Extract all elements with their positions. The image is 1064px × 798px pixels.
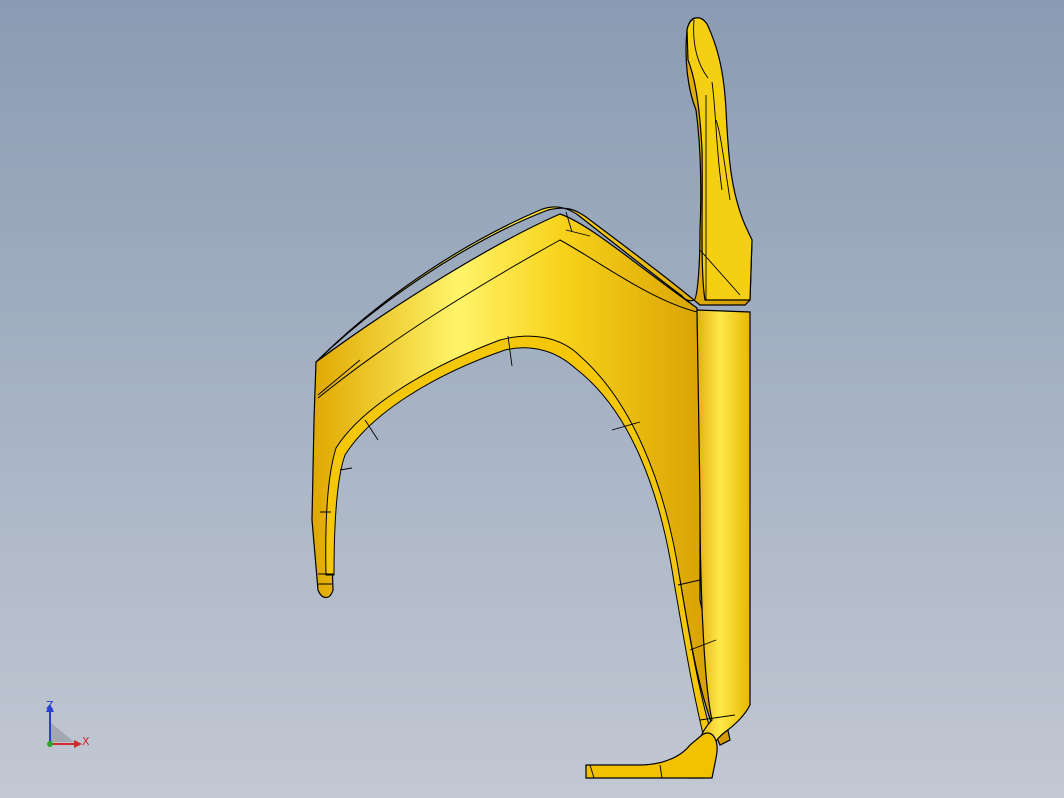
cad-model-view[interactable] (0, 0, 1064, 798)
x-axis-label: X (82, 735, 90, 748)
cad-viewport[interactable]: Z X (0, 0, 1064, 798)
y-axis-icon (47, 741, 53, 747)
triad-plane-icon (50, 722, 74, 742)
z-axis-label: Z (46, 699, 54, 712)
x-axis-arrow-icon (74, 740, 82, 748)
cage-top-hook[interactable] (686, 17, 753, 301)
cage-arm-face (311, 213, 731, 746)
cage-foot[interactable] (585, 732, 718, 779)
